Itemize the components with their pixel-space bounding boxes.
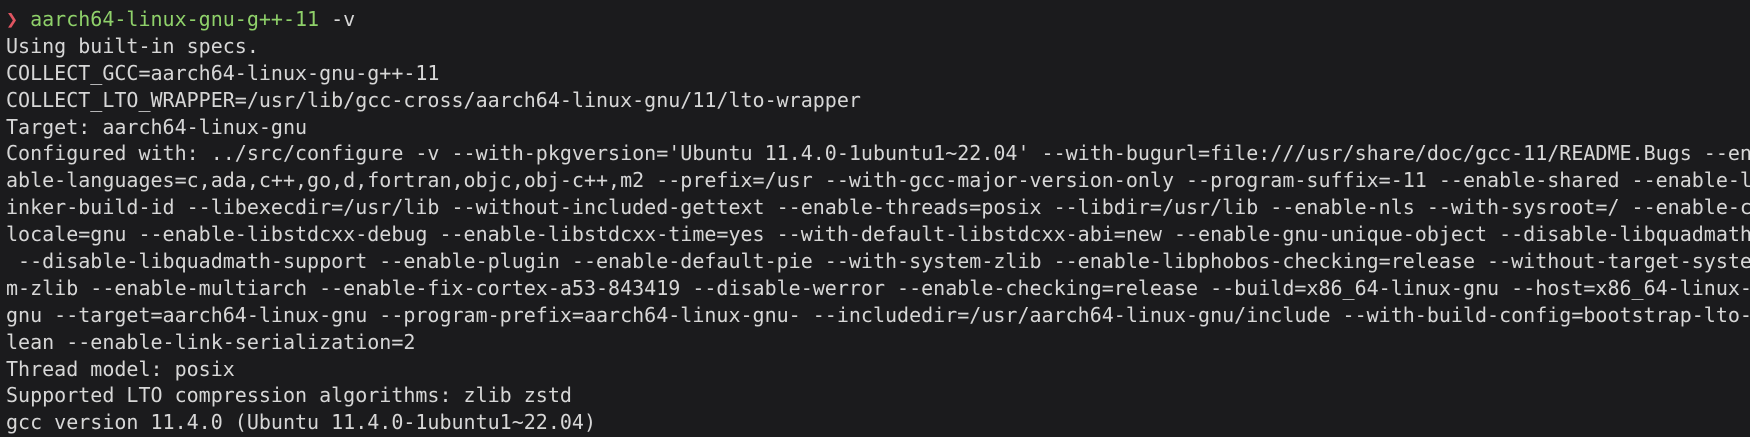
output-line: inker-build-id --libexecdir=/usr/lib --w… [6, 195, 1750, 220]
command-name: aarch64-linux-gnu-g++-11 [30, 7, 320, 31]
command-args: -v [319, 7, 356, 31]
output-line: Configured with: ../src/configure -v --w… [6, 141, 1750, 166]
output-line: locale=gnu --enable-libstdcxx-debug --en… [6, 222, 1750, 247]
prompt-line: ❯ aarch64-linux-gnu-g++-11 -v [6, 6, 1750, 33]
output-line: able-languages=c,ada,c++,go,d,fortran,ob… [6, 168, 1750, 193]
output-line: Supported LTO compression algorithms: zl… [6, 383, 572, 408]
output-line: Target: aarch64-linux-gnu [6, 114, 308, 139]
output-line: lean --enable-link-serialization=2 [6, 329, 416, 354]
output-line: gnu --target=aarch64-linux-gnu --program… [6, 302, 1750, 327]
output-line: --disable-libquadmath-support --enable-p… [6, 249, 1750, 274]
terminal-window[interactable]: ❯ aarch64-linux-gnu-g++-11 -v Using buil… [0, 0, 1750, 437]
output-line: Using built-in specs. [6, 33, 259, 58]
output-line: COLLECT_LTO_WRAPPER=/usr/lib/gcc-cross/a… [6, 87, 861, 112]
output-line: COLLECT_GCC=aarch64-linux-gnu-g++-11 [6, 60, 440, 85]
output-line: m-zlib --enable-multiarch --enable-fix-c… [6, 275, 1750, 300]
prompt-chevron-icon: ❯ [6, 7, 19, 31]
output-line: Thread model: posix [6, 356, 235, 381]
output-line: gcc version 11.4.0 (Ubuntu 11.4.0-1ubunt… [6, 410, 597, 435]
